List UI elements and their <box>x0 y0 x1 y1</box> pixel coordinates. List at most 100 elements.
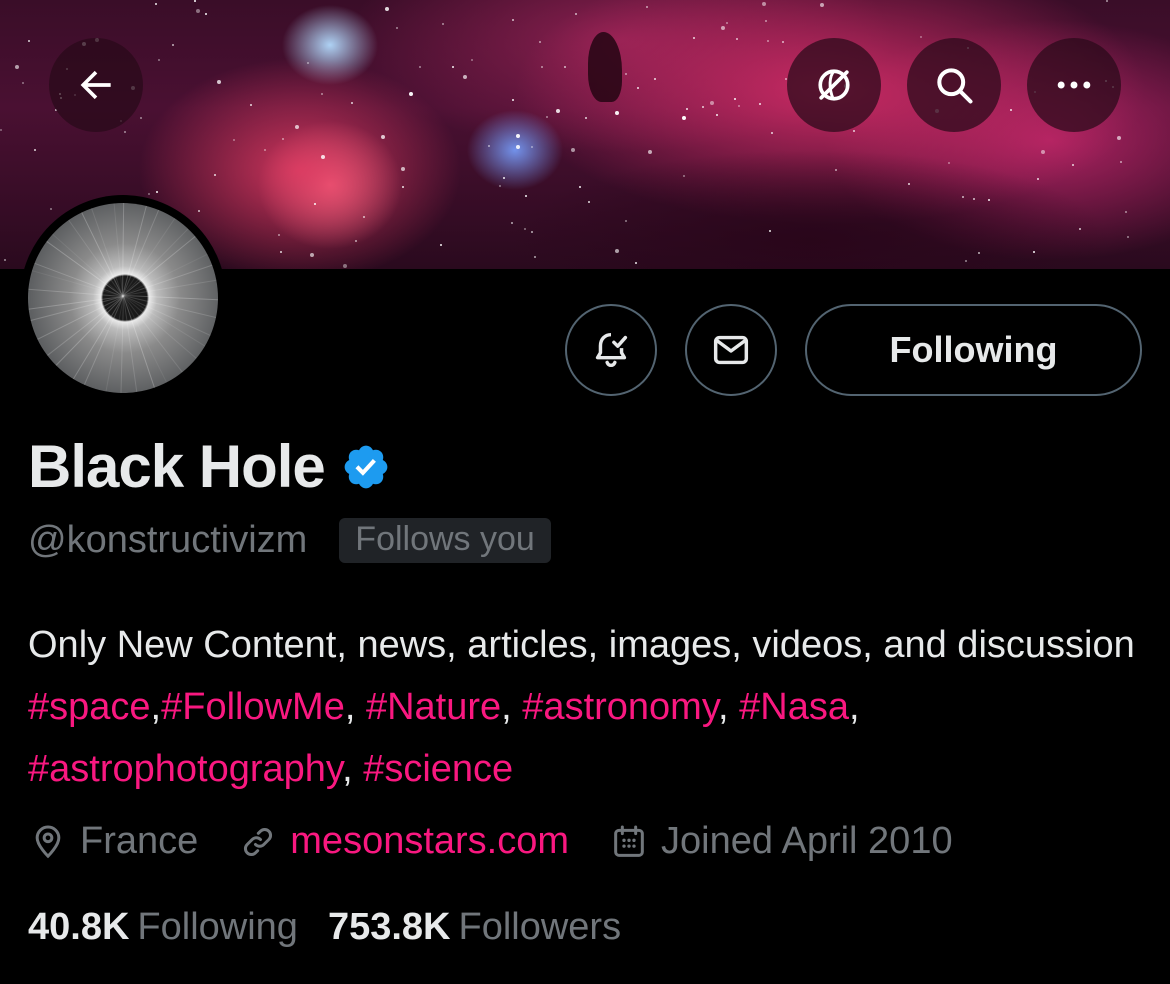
banner-star <box>214 174 216 176</box>
banner-star <box>908 183 910 185</box>
banner-star <box>835 169 837 171</box>
website-item[interactable]: mesonstars.com <box>238 820 569 863</box>
banner-star <box>965 260 967 262</box>
hashtag-link[interactable]: #FollowMe <box>161 686 345 728</box>
banner-star <box>34 149 36 151</box>
back-button[interactable] <box>49 38 143 132</box>
banner-star <box>512 99 514 101</box>
avatar[interactable] <box>20 195 226 401</box>
banner-star <box>343 264 347 268</box>
banner-star <box>0 129 2 131</box>
banner-star <box>516 134 520 138</box>
banner-star <box>463 75 467 79</box>
banner-star <box>686 108 688 110</box>
banner-star <box>452 66 454 68</box>
message-button[interactable] <box>685 304 777 396</box>
banner-star <box>615 111 619 115</box>
banner-star <box>511 222 513 224</box>
hashtag-link[interactable]: #science <box>363 748 513 790</box>
banner-star <box>1125 211 1127 213</box>
more-options-button[interactable] <box>1027 38 1121 132</box>
bio-text: , <box>344 686 366 728</box>
banner-star <box>920 36 922 38</box>
banner-star <box>512 19 514 21</box>
banner-star <box>682 116 686 120</box>
verified-badge-icon[interactable] <box>341 442 391 492</box>
joined-text: Joined April 2010 <box>661 820 953 862</box>
banner-star <box>734 98 736 100</box>
calendar-icon <box>614 825 644 857</box>
banner-star <box>962 196 964 198</box>
hashtag-link[interactable]: #Nasa <box>739 686 849 728</box>
banner-star <box>280 251 282 253</box>
banner-star <box>625 73 627 75</box>
banner-star <box>321 155 325 159</box>
profile-name-row: Black Hole <box>28 432 391 501</box>
bio-text: , <box>718 686 740 728</box>
following-button[interactable]: Following <box>805 304 1142 396</box>
following-label: Following <box>137 906 298 948</box>
banner-star <box>534 256 536 258</box>
bio-text: , <box>501 686 523 728</box>
banner-star <box>148 193 150 195</box>
banner-star <box>307 62 309 64</box>
banner-star <box>765 20 767 22</box>
profile-meta-row: France mesonstars.com Joined April 2010 <box>28 820 993 863</box>
banner-star <box>488 145 490 147</box>
following-count-link[interactable]: 40.8K Following <box>28 906 298 949</box>
banner-star <box>759 103 761 105</box>
location-item: France <box>28 820 198 863</box>
banner-star <box>196 9 200 13</box>
following-button-label: Following <box>889 329 1058 370</box>
banner-star <box>579 186 581 188</box>
banner-star <box>381 135 385 139</box>
banner-star <box>710 101 714 105</box>
banner-star <box>278 234 280 236</box>
location-text: France <box>80 820 199 862</box>
handle-row: @konstructivizm Follows you <box>28 518 551 563</box>
hashtag-link[interactable]: #space <box>28 686 151 728</box>
hashtag-link[interactable]: #astrophotography <box>28 748 342 790</box>
search-button[interactable] <box>907 38 1001 132</box>
arrow-left-icon <box>80 70 111 100</box>
profile-name: Black Hole <box>28 433 326 500</box>
banner-star <box>738 105 740 107</box>
banner-star <box>564 66 566 68</box>
banner-star <box>635 262 637 264</box>
hashtag-link[interactable]: #Nature <box>366 686 501 728</box>
banner-star <box>531 146 533 148</box>
banner-star <box>1117 136 1121 140</box>
banner-star <box>853 130 855 132</box>
banner-star <box>198 210 200 212</box>
bell-check-icon <box>595 332 628 368</box>
banner-star <box>588 201 590 203</box>
banner-star <box>637 87 639 89</box>
banner-star <box>575 13 577 15</box>
banner-star <box>124 131 126 133</box>
joined-item: Joined April 2010 <box>609 820 953 863</box>
banner-star <box>282 138 284 140</box>
banner-star <box>726 22 728 24</box>
banner-star <box>440 244 442 246</box>
hashtag-link[interactable]: #astronomy <box>522 686 718 728</box>
banner-star <box>721 26 725 30</box>
banner-star <box>524 228 526 230</box>
banner-star <box>355 240 357 242</box>
translate-button[interactable] <box>787 38 881 132</box>
banner-star <box>351 102 353 104</box>
banner-star <box>1106 0 1108 2</box>
banner-star <box>767 40 769 42</box>
envelope-icon <box>713 335 749 365</box>
banner-star <box>716 114 718 116</box>
banner-star <box>1079 228 1081 230</box>
banner-star <box>233 139 235 141</box>
followers-count-link[interactable]: 753.8K Followers <box>328 906 621 949</box>
banner-star <box>736 38 738 40</box>
notifications-button[interactable] <box>565 304 657 396</box>
website-link[interactable]: mesonstars.com <box>290 820 569 863</box>
bio-text: , <box>150 686 162 728</box>
profile-handle: @konstructivizm <box>28 519 308 561</box>
location-pin-icon <box>35 824 61 858</box>
banner-star <box>158 59 160 61</box>
banner-star <box>396 27 398 29</box>
